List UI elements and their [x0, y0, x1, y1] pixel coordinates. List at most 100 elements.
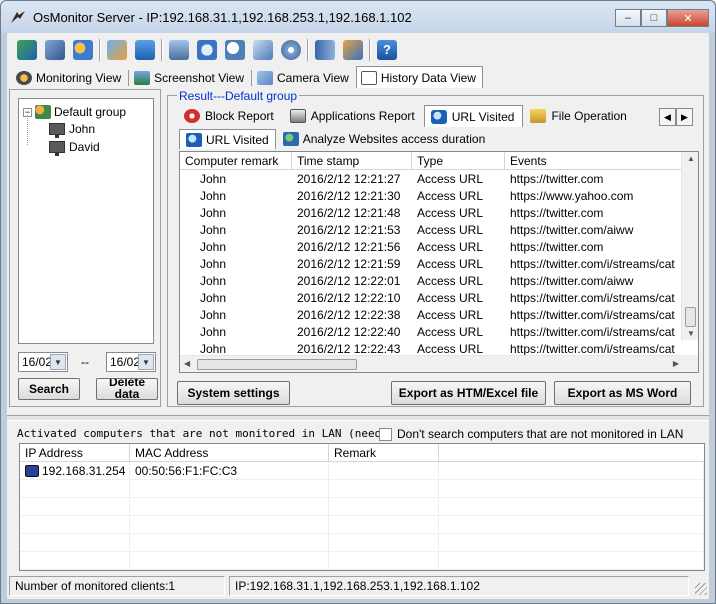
file-icon [530, 109, 547, 123]
monitor-icon[interactable] [165, 37, 193, 63]
search-button[interactable]: Search [18, 378, 80, 400]
dont-search-checkbox[interactable]: Don't search computers that are not moni… [379, 427, 683, 441]
column-remark[interactable]: Remark [329, 444, 439, 462]
windows-icon[interactable] [249, 37, 277, 63]
edit-icon[interactable] [103, 37, 131, 63]
disk-icon[interactable] [277, 37, 305, 63]
subtab-analyze-websites[interactable]: Analyze Websites access duration [276, 129, 493, 149]
cell-time-stamp: 2016/2/12 12:21:48 [297, 206, 401, 220]
users-icon[interactable] [69, 37, 97, 63]
cell-ip-address [20, 534, 130, 552]
scroll-right-icon[interactable]: ▶ [673, 359, 679, 368]
resize-grip-icon[interactable] [695, 583, 707, 595]
group-icon[interactable] [13, 37, 41, 63]
chevron-down-icon[interactable]: ▼ [138, 354, 154, 370]
lan-table[interactable]: IP Address MAC Address Remark 192.168.31… [19, 443, 705, 571]
cell-filler [439, 534, 704, 552]
table-row[interactable]: John 2016/2/12 12:21:59 Access URL https://… [180, 256, 683, 273]
column-mac-address[interactable]: MAC Address [130, 444, 329, 462]
tab-block-report[interactable]: Block Report [177, 105, 283, 127]
checkbox-box[interactable] [379, 427, 392, 441]
send-icon[interactable] [193, 37, 221, 63]
report-icon[interactable] [339, 37, 367, 63]
events-horizontal-scrollbar[interactable]: ◀ ▶ [180, 355, 683, 372]
export-htm-excel-button[interactable]: Export as HTM/Excel file [391, 381, 546, 405]
result-legend: Result---Default group [177, 89, 300, 103]
column-type[interactable]: Type [412, 152, 505, 170]
subtab-url-visited[interactable]: URL Visited [179, 129, 276, 149]
scroll-corner [681, 355, 698, 372]
computer-tree[interactable]: − Default group John David [18, 98, 154, 344]
table-row[interactable]: 192.168.31.254 00:50:56:F1:FC:C3 [20, 462, 704, 480]
help-icon[interactable]: ? [373, 37, 401, 63]
table-row[interactable]: John 2016/2/12 12:21:48 Access URL https://… [180, 205, 683, 222]
cell-time-stamp: 2016/2/12 12:22:40 [297, 325, 401, 339]
date-to-select[interactable]: 16/02 ▼ [106, 352, 156, 372]
cell-ip-address [20, 498, 130, 516]
chevron-down-icon[interactable]: ▼ [50, 354, 66, 370]
tab-file-operation[interactable]: File Operation [523, 105, 635, 127]
tab-camera-view[interactable]: Camera View [252, 67, 356, 88]
table-row[interactable]: John 2016/2/12 12:21:53 Access URL https://… [180, 222, 683, 239]
cell-type: Access URL [417, 172, 484, 186]
delete-data-button[interactable]: Delete data [96, 378, 158, 400]
cell-events: https://www.yahoo.com [510, 189, 634, 203]
scroll-thumb[interactable] [197, 359, 357, 370]
tab-history-data-view[interactable]: History Data View [355, 66, 483, 88]
lan-table-header: IP Address MAC Address Remark [20, 444, 704, 462]
settings-icon[interactable] [41, 37, 69, 63]
table-row[interactable]: John 2016/2/12 12:22:40 Access URL https://… [180, 324, 683, 341]
tab-monitoring-view[interactable]: Monitoring View [11, 67, 128, 88]
close-button[interactable]: ✕ [667, 9, 709, 27]
tree-node-david[interactable]: David [49, 140, 100, 156]
book-icon[interactable] [311, 37, 339, 63]
table-row[interactable]: John 2016/2/12 12:21:30 Access URL https://… [180, 188, 683, 205]
column-events[interactable]: Events [505, 152, 683, 170]
tree-root-label: Default group [54, 105, 127, 119]
column-computer-remark[interactable]: Computer remark [180, 152, 292, 170]
system-settings-button[interactable]: System settings [177, 381, 290, 405]
table-row[interactable]: John 2016/2/12 12:22:38 Access URL https://… [180, 307, 683, 324]
tab-label: History Data View [380, 70, 476, 85]
scroll-thumb[interactable] [685, 307, 696, 327]
tab-scroll: ◀ ▶ [659, 108, 693, 126]
panel-splitter[interactable] [7, 415, 709, 421]
maximize-button[interactable]: □ [641, 9, 667, 27]
cell-type: Access URL [417, 189, 484, 203]
tab-screenshot-view[interactable]: Screenshot View [129, 67, 251, 88]
scroll-down-icon[interactable]: ▼ [687, 329, 695, 338]
table-row[interactable]: John 2016/2/12 12:22:10 Access URL https://… [180, 290, 683, 307]
cell-mac-address [130, 498, 329, 516]
scroll-up-icon[interactable]: ▲ [687, 154, 695, 163]
cell-events: https://twitter.com [510, 240, 604, 254]
tree-node-default-group[interactable]: − Default group [23, 105, 126, 119]
column-ip-address[interactable]: IP Address [20, 444, 130, 462]
tab-url-visited[interactable]: URL Visited [423, 105, 524, 127]
tab-label: Monitoring View [36, 70, 122, 85]
events-table-body: John 2016/2/12 12:21:27 Access URL https://… [180, 171, 683, 358]
cell-time-stamp: 2016/2/12 12:21:56 [297, 240, 401, 254]
events-table[interactable]: Computer remark Time stamp Type Events J… [179, 151, 699, 373]
monitoring-icon [16, 70, 32, 85]
search-icon[interactable] [221, 37, 249, 63]
scroll-left-icon[interactable]: ◀ [659, 108, 676, 126]
minimize-button[interactable]: ‒ [615, 9, 641, 27]
computer-icon [49, 123, 65, 138]
scroll-left-icon[interactable]: ◀ [184, 359, 190, 368]
window-title: OsMonitor Server - IP:192.168.31.1,192.1… [33, 10, 412, 25]
url-subtabs: URL Visited Analyze Websites access dura… [179, 129, 492, 149]
export-ms-word-button[interactable]: Export as MS Word [554, 381, 691, 405]
scroll-right-icon[interactable]: ▶ [676, 108, 693, 126]
table-row[interactable]: John 2016/2/12 12:21:56 Access URL https://… [180, 239, 683, 256]
tree-node-john[interactable]: John [49, 122, 95, 138]
column-time-stamp[interactable]: Time stamp [292, 152, 412, 170]
info-icon[interactable] [131, 37, 159, 63]
title-bar[interactable]: OsMonitor Server - IP:192.168.31.1,192.1… [1, 1, 715, 33]
table-row[interactable]: John 2016/2/12 12:22:01 Access URL https://… [180, 273, 683, 290]
tab-applications-report[interactable]: Applications Report [283, 105, 424, 127]
table-row[interactable]: John 2016/2/12 12:21:27 Access URL https://… [180, 171, 683, 188]
block-icon [184, 109, 200, 123]
date-from-select[interactable]: 16/02 ▼ [18, 352, 68, 372]
events-vertical-scrollbar[interactable]: ▲ ▼ [681, 152, 698, 340]
cell-type: Access URL [417, 291, 484, 305]
